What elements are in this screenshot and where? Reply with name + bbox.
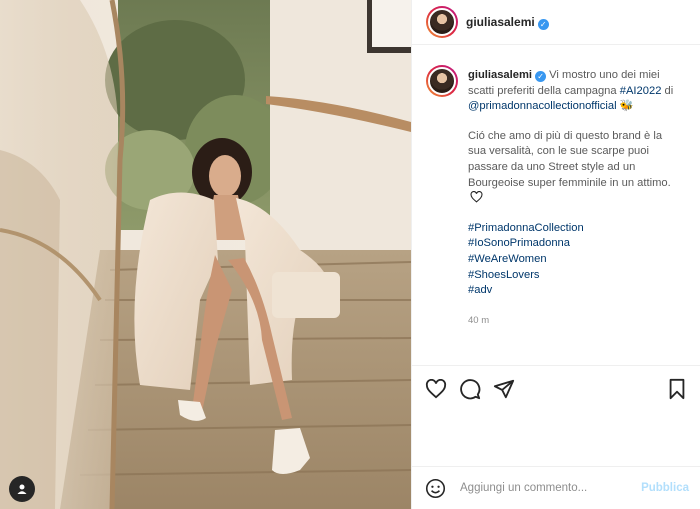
- publish-button[interactable]: Pubblica: [641, 482, 689, 494]
- avatar-image: [428, 8, 456, 36]
- caption-text: giuliasalemi ✓ Vi mostro uno dei miei sca…: [468, 68, 683, 328]
- smiley-icon: [425, 478, 445, 498]
- caption-verified-badge-icon: ✓: [535, 71, 547, 83]
- hashtag-link[interactable]: #IoSonoPrimadonna: [468, 236, 683, 252]
- caption-row: giuliasalemi ✓ Vi mostro uno dei miei sca…: [426, 65, 687, 328]
- hashtag-link[interactable]: #adv: [468, 283, 683, 299]
- avatar[interactable]: [426, 6, 458, 38]
- post-photo[interactable]: [0, 0, 411, 509]
- post-timestamp[interactable]: 40 m: [468, 313, 683, 329]
- comment-button[interactable]: [458, 377, 482, 401]
- post-header: giuliasalemi ✓: [412, 0, 700, 45]
- comment-bar: Pubblica: [412, 466, 700, 509]
- action-bar: [412, 365, 700, 411]
- post-side-panel: giuliasalemi ✓ giuliasalemi ✓ Vi mostro un…: [411, 0, 700, 509]
- caption-avatar-image: [428, 67, 456, 95]
- campaign-hashtag-link[interactable]: #AI2022: [620, 85, 662, 97]
- hashtag-link[interactable]: #WeAreWomen: [468, 252, 683, 268]
- comment-icon: [460, 378, 481, 399]
- caption-username[interactable]: giuliasalemi: [468, 69, 532, 81]
- post-image: [0, 0, 411, 509]
- caption-paragraph: Ció che amo di più di questo brand è la …: [468, 129, 671, 189]
- hashtag-list: #PrimadonnaCollection #IoSonoPrimadonna …: [468, 221, 683, 299]
- share-icon: [493, 379, 515, 398]
- verified-badge-icon: ✓: [537, 18, 549, 30]
- comment-input[interactable]: [460, 482, 630, 494]
- caption-di: di: [664, 84, 674, 97]
- hashtag-link[interactable]: #PrimadonnaCollection: [468, 221, 683, 237]
- save-button[interactable]: [665, 377, 689, 401]
- emoji-button[interactable]: [424, 477, 446, 499]
- header-username-text[interactable]: giuliasalemi: [466, 15, 535, 29]
- caption-avatar[interactable]: [426, 65, 458, 97]
- heart-icon: [425, 378, 447, 398]
- hashtag-link[interactable]: #ShoesLovers: [468, 268, 683, 284]
- heart-emoji-icon: [470, 191, 483, 203]
- bee-emoji: 🐝: [619, 100, 634, 113]
- like-button[interactable]: [424, 377, 448, 401]
- header-username[interactable]: giuliasalemi ✓: [466, 15, 549, 30]
- user-icon: [17, 484, 27, 494]
- caption-area: giuliasalemi ✓ Vi mostro uno dei miei sca…: [412, 46, 700, 364]
- mention-link[interactable]: @primadonnacollectionofficial: [468, 100, 617, 112]
- bookmark-icon: [669, 378, 685, 399]
- share-button[interactable]: [492, 377, 516, 401]
- tagged-users-button[interactable]: [9, 476, 35, 502]
